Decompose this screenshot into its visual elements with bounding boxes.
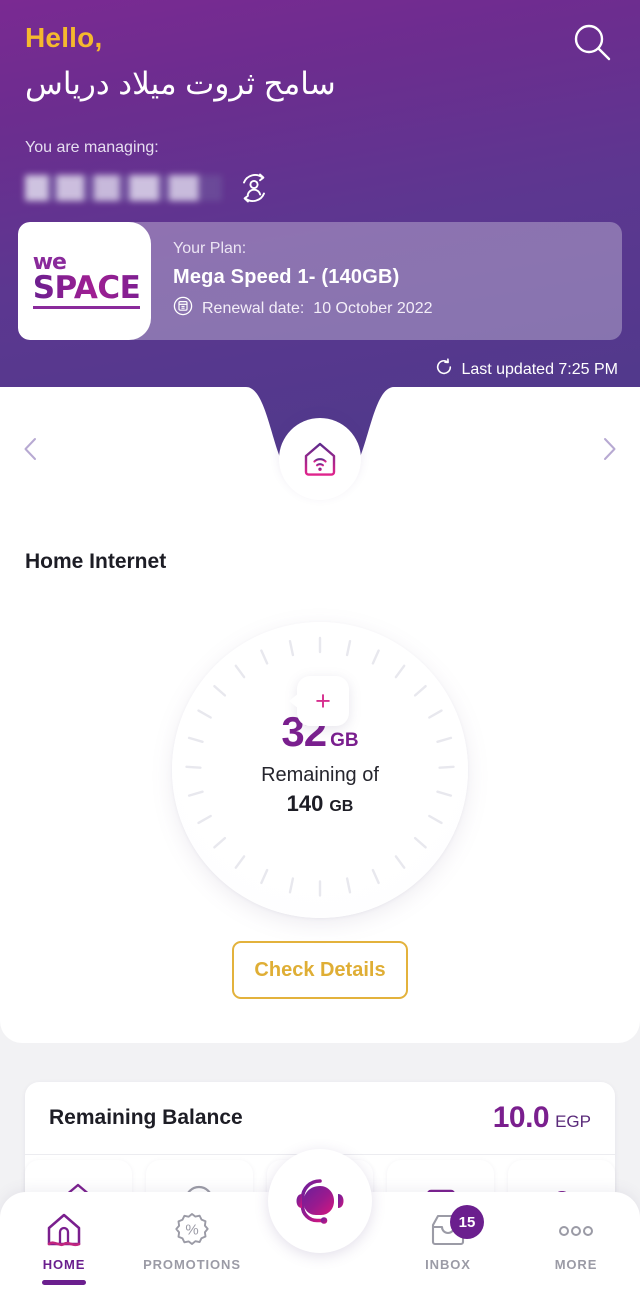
plan-info: Your Plan: Mega Speed 1- (140GB) Renewal…	[151, 222, 433, 340]
gauge-total-unit: GB	[329, 798, 354, 815]
nav-label-promotions: PROMOTIONS	[143, 1257, 241, 1272]
refresh-icon	[435, 358, 453, 381]
next-service-arrow[interactable]	[592, 432, 626, 466]
more-dots-icon	[551, 1210, 601, 1252]
nav-label-inbox: INBOX	[425, 1257, 471, 1272]
support-chat-button[interactable]	[268, 1149, 372, 1253]
nav-active-indicator	[42, 1280, 86, 1285]
check-details-button[interactable]: Check Details	[232, 941, 408, 999]
managing-account-value	[25, 175, 222, 201]
plus-icon: +	[315, 685, 331, 716]
inbox-badge: 15	[450, 1205, 484, 1239]
switch-account-icon[interactable]	[236, 170, 272, 206]
nav-item-home[interactable]: HOME	[0, 1192, 128, 1309]
home-wifi-icon[interactable]	[279, 418, 361, 500]
gauge-remaining-unit: GB	[330, 730, 359, 751]
add-addon-button[interactable]: +	[289, 676, 349, 726]
managing-account-row[interactable]	[25, 170, 272, 206]
balance-label: Remaining Balance	[49, 1106, 243, 1129]
logo-space-text: SPACE	[32, 270, 141, 307]
renewal-date: 10 October 2022	[313, 299, 433, 317]
wespace-logo: we SPACE	[18, 222, 151, 340]
managing-label: You are managing:	[25, 139, 159, 156]
balance-amount: 10.0 EGP	[493, 1101, 591, 1135]
renewal-row: Renewal date: 10 October 2022	[173, 296, 433, 321]
user-name: سامح ثروت ميلاد درياس	[25, 66, 336, 101]
renewal-label: Renewal date:	[202, 299, 305, 317]
calendar-renewal-icon	[173, 296, 193, 321]
nav-item-more[interactable]: MORE	[512, 1192, 640, 1309]
plan-name: Mega Speed 1- (140GB)	[173, 266, 400, 288]
last-updated-text: Last updated 7:25 PM	[461, 360, 618, 378]
prev-service-arrow[interactable]	[14, 432, 48, 466]
plan-card[interactable]: we SPACE Your Plan: Mega Speed 1- (140GB…	[18, 222, 622, 340]
balance-currency: EGP	[555, 1112, 591, 1131]
headset-support-icon	[296, 1179, 344, 1224]
svg-text:%: %	[185, 1222, 198, 1239]
search-icon[interactable]	[568, 18, 618, 68]
logo-underline	[32, 305, 141, 309]
usage-gauge[interactable]: 32 GB Remaining of 140 GB	[172, 622, 468, 918]
gauge-total-line: 140 GB	[172, 791, 468, 817]
percent-icon: %	[170, 1210, 214, 1252]
nav-label-more: MORE	[554, 1257, 598, 1272]
gauge-middle-text: Remaining of	[261, 764, 379, 786]
gauge-total-value: 140	[286, 791, 324, 816]
home-icon	[41, 1210, 87, 1252]
nav-item-promotions[interactable]: % PROMOTIONS	[128, 1192, 256, 1309]
nav-item-inbox[interactable]: 15 INBOX	[384, 1192, 512, 1309]
page-title: Home Internet	[25, 550, 167, 573]
nav-label-home: HOME	[42, 1257, 86, 1272]
balance-value: 10.0	[492, 1101, 550, 1134]
inbox-icon: 15	[424, 1205, 484, 1252]
greeting-text: Hello,	[25, 22, 103, 53]
balance-row: Remaining Balance 10.0 EGP	[25, 1082, 615, 1154]
last-updated-row[interactable]: Last updated 7:25 PM	[435, 358, 618, 381]
app-screen: Hello, سامح ثروت ميلاد درياس You are man…	[0, 0, 640, 1309]
plan-label: Your Plan:	[173, 240, 247, 257]
